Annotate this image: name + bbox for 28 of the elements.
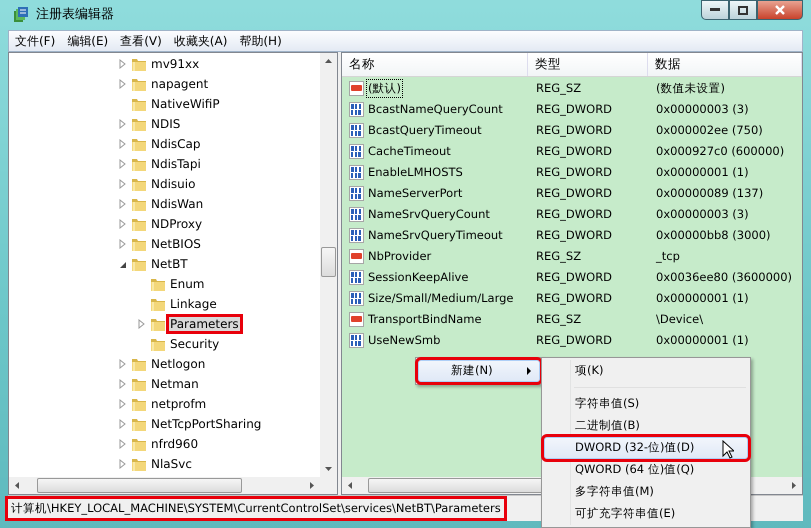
value-data: 0x00000003 (3) [655,100,750,118]
value-data: 0x00000089 (137) [655,184,764,202]
value-data: 0x0036ee80 (3600000) [655,268,794,286]
value-type: REG_SZ [535,310,582,328]
value-type: REG_DWORD [535,332,614,349]
value-type: REG_DWORD [535,206,614,223]
value-data: \Device\ [655,310,704,328]
value-type: REG_DWORD [535,226,614,244]
value-data: 0x000002ee (750) [655,122,764,139]
value-data: 0x000927c0 (600000) [655,142,786,160]
value-data: 0x00000bb8 (3000) [655,226,772,244]
value-data: _tcp [654,248,681,265]
value-type: REG_DWORD [535,184,614,202]
window-title: 注册表编辑器 [36,6,114,24]
value-data: 0x00000001 (1) [655,332,750,349]
status-path: 计算机\HKEY_LOCAL_MACHINE\SYSTEM\CurrentControlSet\services\NetBT\Parameters [8,498,504,518]
value-type: REG_SZ [535,248,582,265]
value-type: REG_DWORD [535,122,614,139]
value-type: REG_DWORD [535,142,614,160]
value-data: 0x00000001 (1) [655,164,750,181]
value-data: 0x00000001 (1) [655,290,750,307]
value-type: REG_DWORD [535,164,614,181]
value-type: REG_SZ [535,80,582,97]
value-data: (数值未设置) [655,80,726,97]
value-data: 0x00000003 (3) [655,206,750,223]
value-type: REG_DWORD [535,100,614,118]
value-type: REG_DWORD [535,268,614,286]
value-type: REG_DWORD [535,290,614,307]
